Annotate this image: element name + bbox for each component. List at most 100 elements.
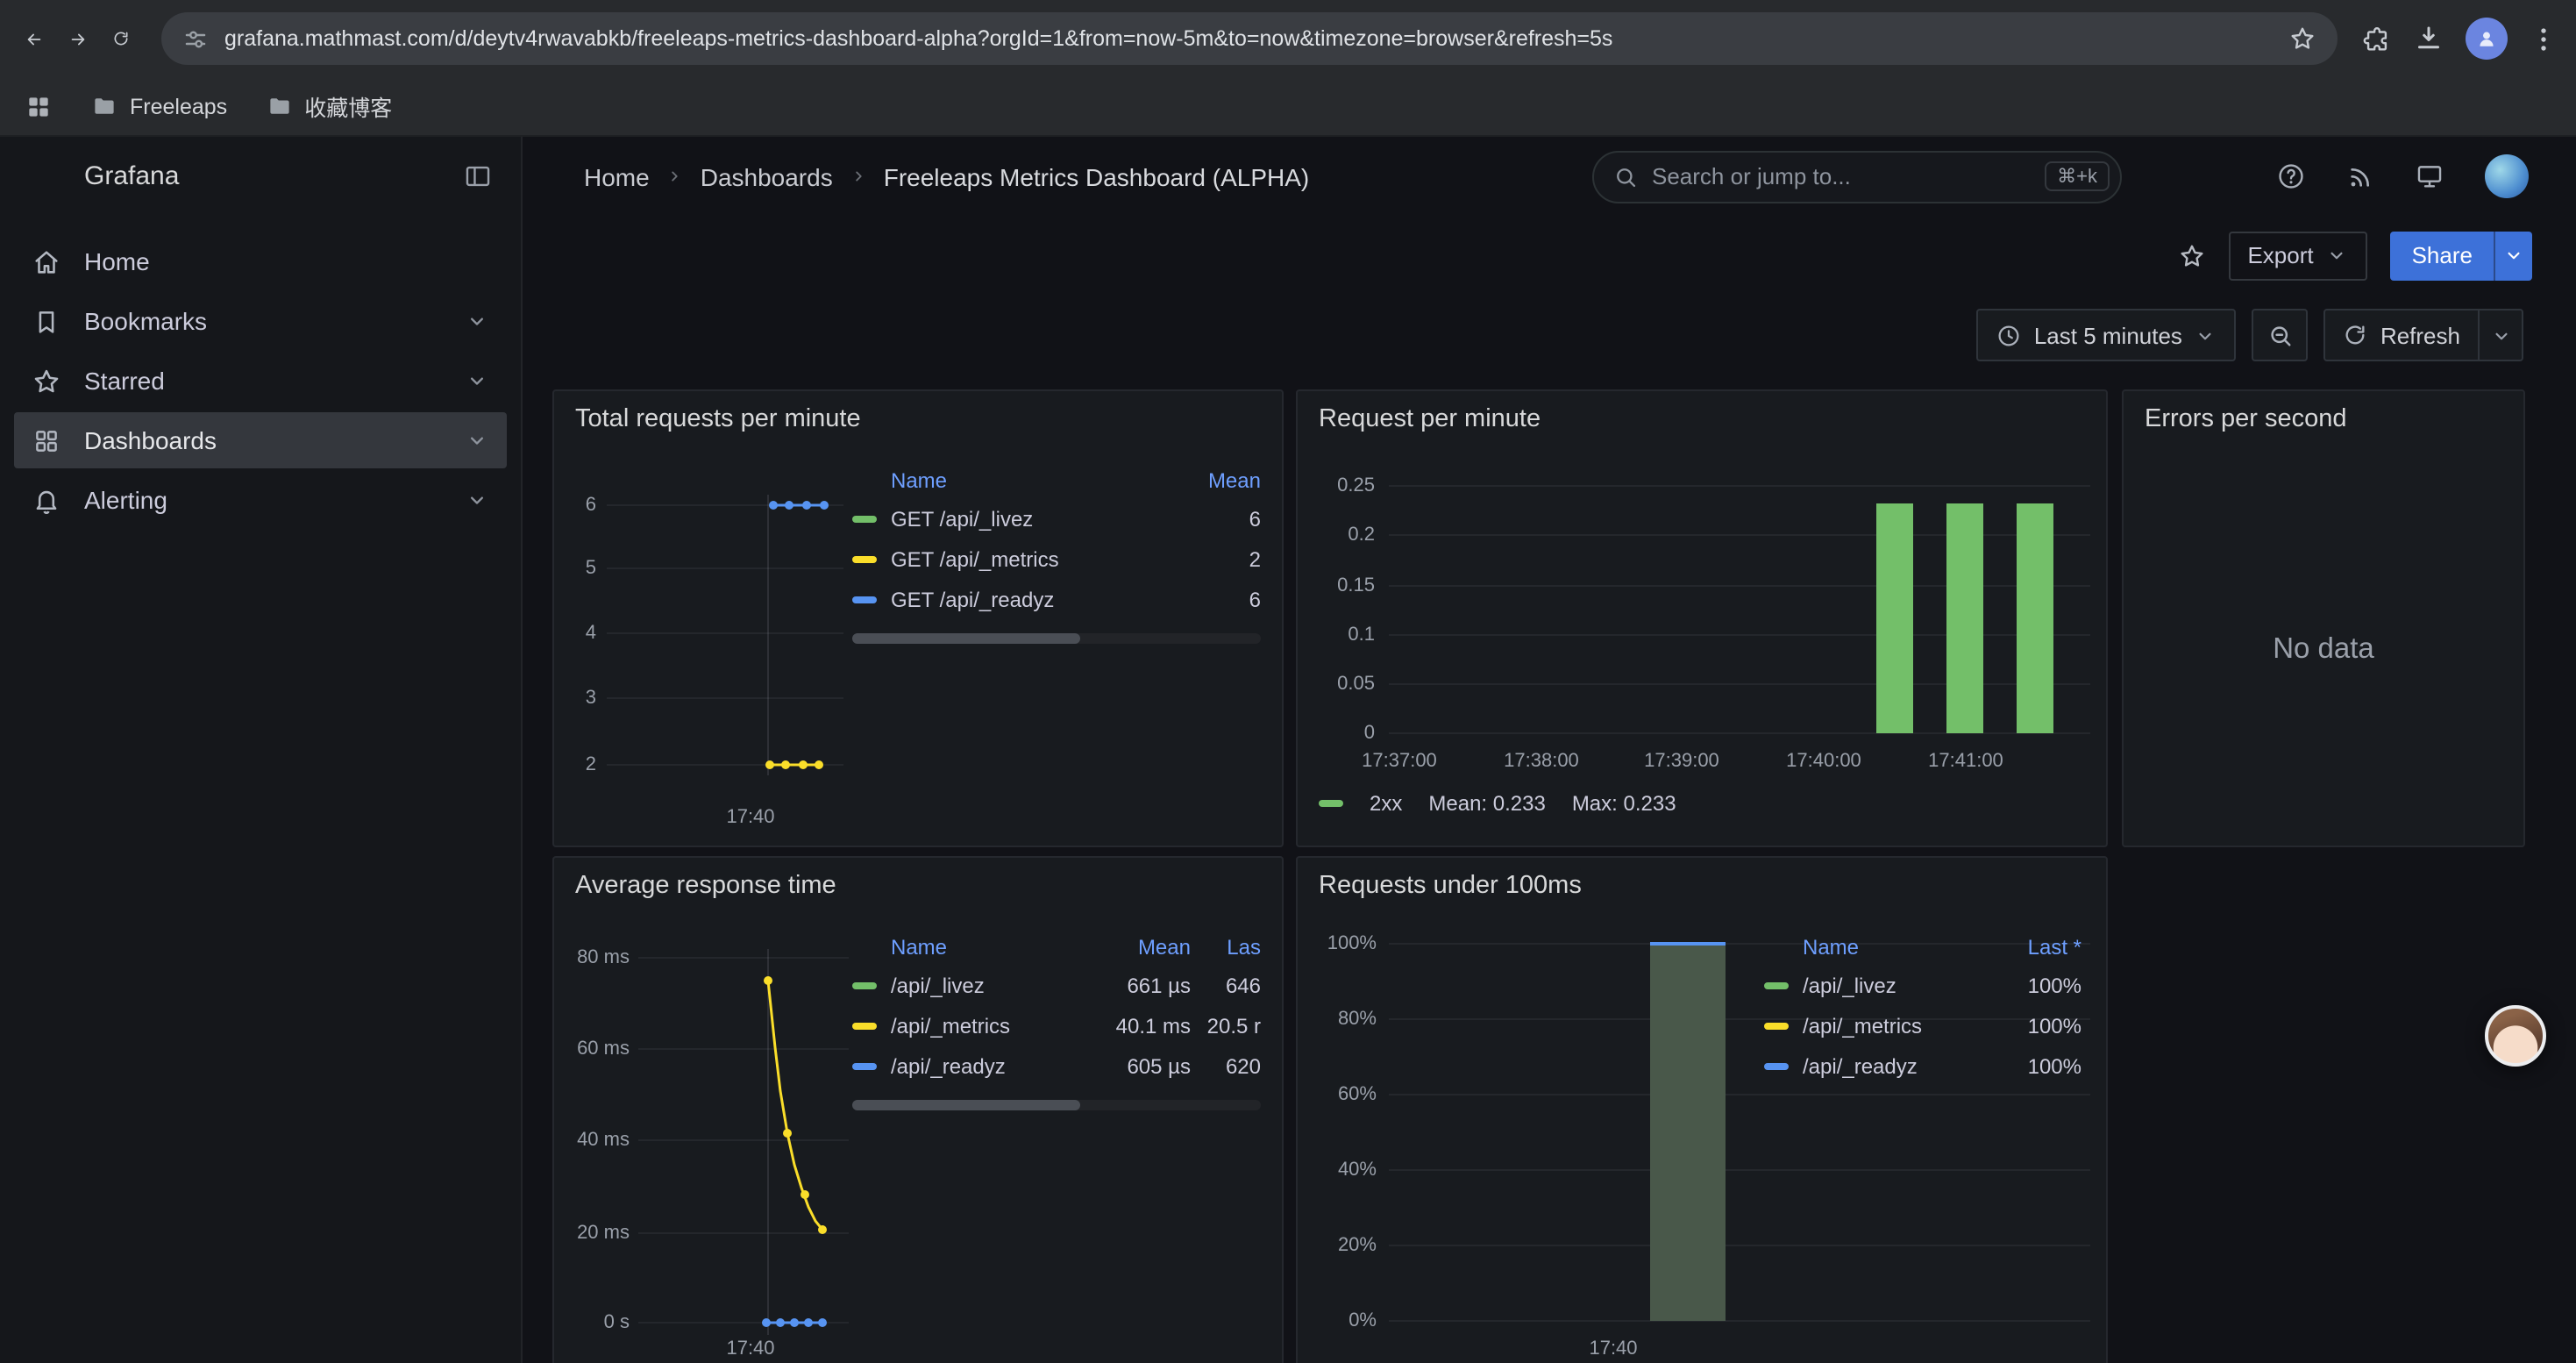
bookmark-star-icon[interactable] [2288,25,2316,53]
panel-request-per-minute: Request per minute 0.25 0.2 0.15 0.1 0.0… [1296,389,2108,847]
chevron-down-icon[interactable] [465,309,489,333]
y-tick: 0 s [554,1310,630,1335]
sidebar-item-label: Starred [84,367,165,395]
assistant-avatar[interactable] [2485,1005,2546,1067]
series-name[interactable]: GET /api/_metrics [891,546,1184,571]
url-bar[interactable]: grafana.mathmast.com/d/deytv4rwavabkb/fr… [161,12,2338,65]
panel-average-response-time: Average response time 80 ms 60 ms 40 ms … [552,856,1284,1363]
dashboard-actions: Export Share [523,216,2576,295]
panel-title[interactable]: Requests under 100ms [1319,872,1582,900]
series-name[interactable]: /api/_readyz [1803,1053,2001,1078]
home-icon [32,246,61,276]
panel-legend: 2xx Mean: 0.233 Max: 0.233 [1319,791,1676,816]
bookmark-folder-freeleaps[interactable]: Freeleaps [91,93,227,119]
site-settings-icon[interactable] [182,25,209,52]
legend-header-last[interactable]: Las [1191,934,1261,959]
sidebar-item-alerting[interactable]: Alerting [14,472,507,528]
y-tick: 4 [554,621,596,646]
user-avatar[interactable] [2485,154,2529,198]
panel-title[interactable]: Average response time [575,872,836,900]
series-swatch-green [1764,981,1789,988]
help-icon[interactable] [2276,161,2306,191]
back-icon[interactable] [18,22,51,55]
refresh-button[interactable]: Refresh [2324,309,2523,361]
refresh-interval-button[interactable] [2478,310,2522,360]
legend-row: GET /api/_livez 6 [852,498,1261,539]
y-tick: 20 ms [554,1221,630,1245]
panel-title[interactable]: Total requests per minute [575,405,861,433]
legend-scrollbar[interactable] [852,633,1261,644]
extensions-icon[interactable] [2362,24,2392,54]
search-shortcut: ⌘+k [2045,161,2110,191]
grafana-logo[interactable] [28,157,67,196]
chevron-down-icon[interactable] [465,368,489,393]
dock-menu-icon[interactable] [463,161,493,191]
kiosk-monitor-icon[interactable] [2415,161,2444,191]
legend-header: Name Mean Las [852,928,1261,965]
downloads-icon[interactable] [2413,23,2444,54]
export-button[interactable]: Export [2228,231,2367,280]
series-swatch-yellow [1764,1022,1789,1029]
legend-header-name[interactable]: Name [891,934,1096,959]
y-tick: 0% [1298,1309,1377,1333]
series-name[interactable]: /api/_livez [891,973,1096,997]
x-tick: 17:41:00 [1904,749,2027,774]
legend-row: GET /api/_metrics 2 [852,539,1261,579]
x-tick: 17:38:00 [1480,749,1603,774]
legend-header-mean[interactable]: Mean [1096,934,1191,959]
y-tick: 6 [554,493,596,517]
legend-header-last[interactable]: Last * [2001,934,2081,959]
x-tick: 17:39:00 [1620,749,1743,774]
time-range-picker[interactable]: Last 5 minutes [1976,309,2237,361]
chevron-down-icon [2502,244,2525,267]
bookmark-folder-blogs[interactable]: 收藏博客 [266,89,392,123]
sidebar-item-starred[interactable]: Starred [14,353,507,409]
legend-row: /api/_readyz 605 µs 620 [852,1045,1261,1086]
legend-header-name[interactable]: Name [891,467,1184,492]
favorite-star-icon[interactable] [2177,241,2205,269]
sidebar-item-label: Home [84,247,150,275]
breadcrumb-home[interactable]: Home [584,162,650,190]
series-name[interactable]: GET /api/_readyz [891,587,1184,611]
series-name[interactable]: /api/_metrics [891,1013,1096,1038]
legend-series[interactable]: 2xx [1319,791,1402,816]
legend-header-name[interactable]: Name [1803,934,2001,959]
series-name[interactable]: GET /api/_livez [891,506,1184,531]
series-last: 100% [2001,1053,2081,1078]
breadcrumb-dashboards[interactable]: Dashboards [701,162,833,190]
series-mean: 6 [1184,506,1261,531]
panel-title[interactable]: Errors per second [2145,405,2347,433]
series-name[interactable]: /api/_readyz [891,1053,1096,1078]
share-button[interactable]: Share [2391,231,2532,280]
series-name[interactable]: /api/_metrics [1803,1013,2001,1038]
breadcrumb-current: Freeleaps Metrics Dashboard (ALPHA) [884,162,1310,190]
x-tick: 17:40 [701,805,800,830]
panel-title[interactable]: Request per minute [1319,405,1541,433]
bookmark-icon [32,306,61,336]
zoom-out-button[interactable] [2252,309,2309,361]
news-rss-icon[interactable] [2346,162,2374,190]
panel-legend: Name Mean Las /api/_livez 661 µs 646 [852,928,1261,1110]
star-icon [32,366,61,396]
share-label: Share [2412,242,2473,268]
sidebar-item-dashboards[interactable]: Dashboards [14,412,507,468]
forward-icon[interactable] [61,22,95,55]
share-menu-button[interactable] [2494,231,2532,280]
series-swatch-green [852,981,877,988]
sidebar-item-label: Bookmarks [84,307,207,335]
browser-profile-avatar[interactable] [2466,18,2508,60]
legend-header-mean[interactable]: Mean [1184,467,1261,492]
chevron-down-icon[interactable] [465,488,489,512]
search-input[interactable]: Search or jump to... ⌘+k [1592,150,2122,203]
series-swatch-blue [852,596,877,603]
reload-icon[interactable] [105,23,137,54]
series-name[interactable]: /api/_livez [1803,973,2001,997]
chevron-down-icon[interactable] [465,428,489,453]
sidebar-item-home[interactable]: Home [14,233,507,289]
apps-grid-icon[interactable] [25,92,53,120]
legend-scrollbar[interactable] [852,1100,1261,1110]
sidebar-item-bookmarks[interactable]: Bookmarks [14,293,507,349]
browser-menu-icon[interactable] [2529,24,2558,54]
panel-errors-per-second: Errors per second No data [2122,389,2525,847]
series-mean: Mean: 0.233 [1428,791,1545,816]
